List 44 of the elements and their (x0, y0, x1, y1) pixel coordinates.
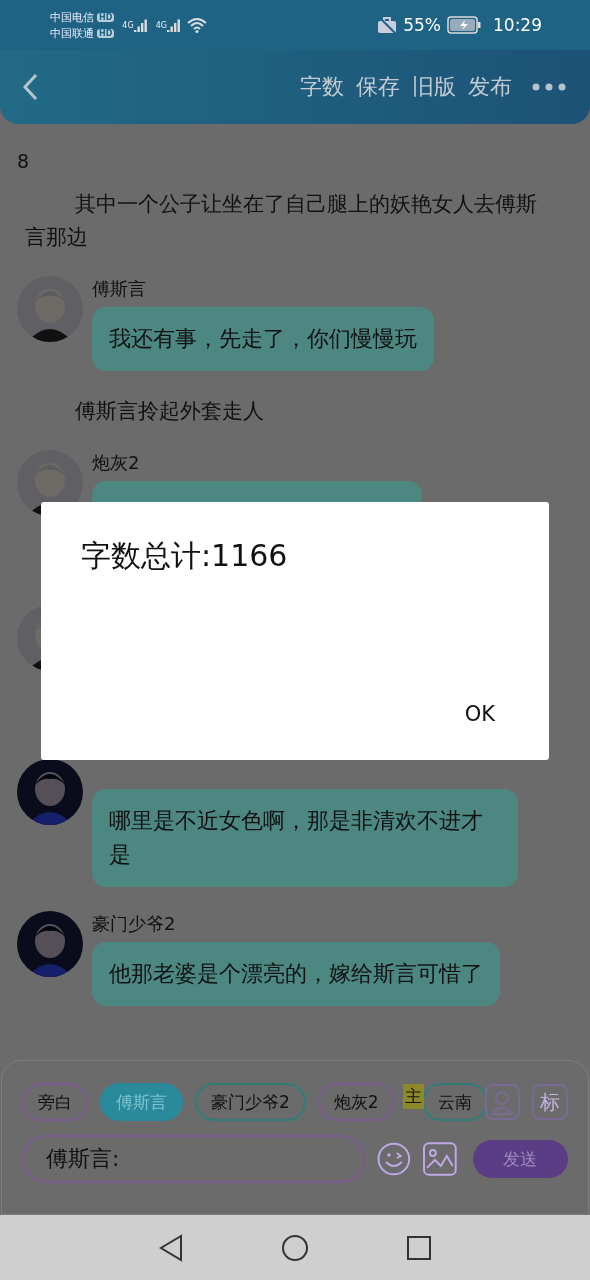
chapter-number: 8 (17, 150, 30, 172)
role-chip[interactable]: 傅斯言 (100, 1083, 183, 1121)
narration-text: 傅斯言拎起外套走人 (74, 398, 266, 425)
dialog-message: 字数总计:1166 (81, 537, 288, 575)
role-chip[interactable]: 炮灰2 (317, 1083, 395, 1121)
speaker-name: 豪门少爷2 (92, 913, 176, 935)
message-bubble: 哪里是不近女色啊，那是非清欢不进才是 (92, 789, 518, 887)
battery-icon (447, 16, 481, 34)
recents-icon[interactable] (405, 1234, 432, 1261)
role-chip[interactable]: 云南 (421, 1083, 488, 1121)
home-icon[interactable] (281, 1233, 309, 1262)
header-action[interactable]: 字数 (294, 72, 350, 102)
message-bubble: 我还有事，先走了，你们慢慢玩 (92, 307, 434, 371)
back-icon[interactable] (158, 1233, 185, 1262)
message-bubble: 他那老婆是个漂亮的，嫁给斯言可惜了 (92, 942, 500, 1006)
message-input[interactable]: 傅斯言: (22, 1135, 366, 1183)
network-label: 4G (155, 20, 167, 30)
lead-badge: 主 (402, 1083, 424, 1109)
header-action[interactable]: 旧版 (406, 72, 462, 102)
clock-time: 10:29 (493, 15, 542, 35)
send-button[interactable]: 发送 (472, 1140, 568, 1178)
more-icon[interactable] (532, 83, 566, 91)
speaker-name: 傅斯言 (92, 278, 146, 300)
narration-text: 其中一个公子让坐在了自己腿上的妖艳女人去傅斯言那边 (25, 191, 539, 251)
role-chip[interactable]: 旁白 (22, 1083, 88, 1121)
hd-badge: HD (97, 28, 115, 38)
hd-badge: HD (97, 12, 115, 22)
header-action[interactable]: 保存 (350, 72, 406, 102)
ok-button[interactable]: OK (450, 696, 509, 732)
header-action[interactable]: 发布 (462, 72, 518, 102)
speaker-name: 炮灰2 (92, 452, 140, 474)
signal-icon (133, 18, 148, 32)
emoji-icon[interactable] (377, 1142, 412, 1176)
back-icon[interactable] (22, 73, 38, 101)
network-label: 4G (122, 20, 134, 30)
wifi-icon (186, 17, 207, 33)
mute-icon (377, 16, 398, 34)
battery-percent: 55% (403, 15, 441, 35)
tag-button[interactable]: 标 (532, 1084, 568, 1120)
role-chip[interactable]: 豪门少爷2 (195, 1083, 306, 1121)
carrier-name: 中国联通 (50, 25, 94, 41)
image-icon[interactable] (423, 1142, 457, 1176)
signal-icon (166, 18, 181, 32)
carrier-name: 中国电信 (50, 9, 94, 25)
